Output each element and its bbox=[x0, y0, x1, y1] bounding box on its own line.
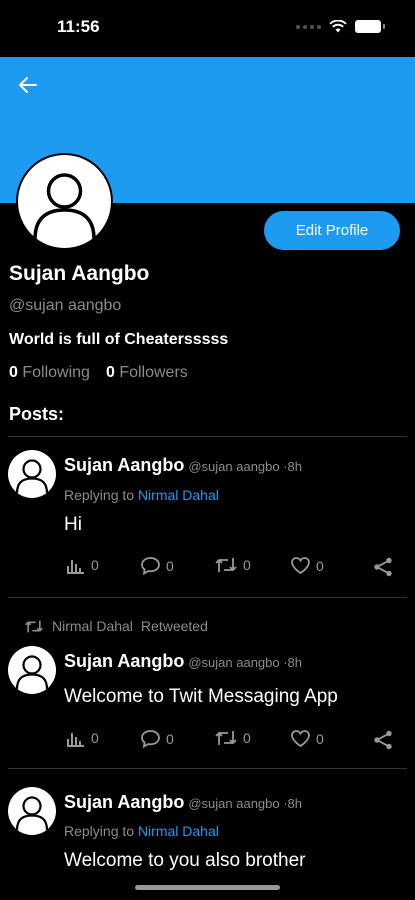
comments-count: 0 bbox=[166, 730, 174, 747]
post-text: Hi bbox=[64, 514, 82, 535]
user-icon bbox=[15, 655, 49, 690]
views-button[interactable]: 0 bbox=[66, 729, 99, 747]
views-button[interactable]: 0 bbox=[66, 556, 99, 574]
retweet-button[interactable]: 0 bbox=[214, 729, 251, 747]
status-bar: 11:56 bbox=[0, 0, 415, 57]
post-text: Welcome to you also brother bbox=[64, 850, 306, 871]
wifi-icon bbox=[329, 20, 347, 33]
retweet-button[interactable]: 0 bbox=[214, 556, 251, 574]
post-author-name[interactable]: Sujan Aangbo bbox=[64, 792, 184, 813]
replying-to: Replying to Nirmal Dahal bbox=[64, 823, 219, 839]
followers-count: 0 bbox=[105, 364, 115, 381]
posts-heading: Posts: bbox=[9, 404, 65, 424]
post-author-name[interactable]: Sujan Aangbo bbox=[64, 651, 184, 672]
bar-chart-icon bbox=[67, 560, 84, 574]
share-icon bbox=[374, 557, 392, 577]
retweet-icon bbox=[215, 558, 237, 572]
views-count: 0 bbox=[91, 730, 99, 746]
comment-icon bbox=[141, 557, 160, 575]
following-stat[interactable]: 0 Following bbox=[9, 364, 90, 382]
post-text: Welcome to Twit Messaging App bbox=[64, 686, 338, 707]
comment-button[interactable]: 0 bbox=[140, 556, 174, 575]
likes-count: 0 bbox=[316, 730, 324, 747]
retweet-icon bbox=[215, 731, 237, 745]
share-button[interactable] bbox=[372, 729, 394, 751]
followers-stat[interactable]: 0 Followers bbox=[106, 364, 188, 382]
replying-to-link[interactable]: Nirmal Dahal bbox=[138, 487, 219, 503]
home-indicator[interactable] bbox=[135, 885, 280, 890]
post-meta: @sujan aangbo ·8h bbox=[188, 655, 303, 670]
post-actions: 0 0 0 0 bbox=[64, 556, 399, 578]
edit-profile-button[interactable]: Edit Profile bbox=[264, 211, 400, 250]
retweets-count: 0 bbox=[243, 730, 251, 746]
divider bbox=[8, 436, 407, 437]
divider bbox=[8, 597, 407, 598]
followers-label: Followers bbox=[119, 364, 188, 381]
post-meta: @sujan aangbo ·8h bbox=[188, 459, 303, 474]
like-button[interactable]: 0 bbox=[290, 556, 324, 575]
follow-stats: 0 Following 0 Followers bbox=[9, 364, 188, 382]
post-header: Sujan Aangbo @sujan aangbo ·8h bbox=[64, 651, 302, 672]
profile-bio: World is full of Cheatersssss bbox=[9, 331, 229, 348]
replying-prefix: Replying to bbox=[64, 823, 135, 839]
post-header: Sujan Aangbo @sujan aangbo ·8h bbox=[64, 455, 302, 476]
share-icon bbox=[374, 730, 392, 750]
replying-to-link[interactable]: Nirmal Dahal bbox=[138, 823, 219, 839]
views-count: 0 bbox=[91, 557, 99, 573]
following-label: Following bbox=[22, 364, 90, 381]
like-button[interactable]: 0 bbox=[290, 729, 324, 748]
profile-handle: @sujan aangbo bbox=[9, 297, 122, 314]
retweets-count: 0 bbox=[243, 557, 251, 573]
battery-icon bbox=[355, 20, 385, 33]
signal-icon bbox=[296, 24, 321, 29]
retweeted-label: Retweeted bbox=[140, 618, 208, 634]
post-header: Sujan Aangbo @sujan aangbo ·8h bbox=[64, 792, 302, 813]
replying-to: Replying to Nirmal Dahal bbox=[64, 487, 219, 503]
comment-button[interactable]: 0 bbox=[140, 729, 174, 748]
user-icon bbox=[15, 796, 49, 831]
user-icon bbox=[15, 459, 49, 494]
profile-avatar[interactable] bbox=[16, 153, 113, 250]
likes-count: 0 bbox=[316, 557, 324, 574]
post-avatar[interactable] bbox=[8, 787, 56, 835]
profile-name: Sujan Aangbo bbox=[9, 262, 150, 285]
comments-count: 0 bbox=[166, 557, 174, 574]
back-arrow-icon[interactable] bbox=[16, 73, 40, 97]
post-avatar[interactable] bbox=[8, 646, 56, 694]
heart-icon bbox=[291, 730, 310, 748]
status-time: 11:56 bbox=[57, 17, 100, 36]
heart-icon bbox=[291, 557, 310, 575]
post-meta: @sujan aangbo ·8h bbox=[188, 796, 303, 811]
retweeted-by[interactable]: Nirmal Dahal bbox=[52, 618, 133, 634]
status-icons bbox=[296, 20, 385, 33]
bar-chart-icon bbox=[67, 733, 84, 747]
replying-prefix: Replying to bbox=[64, 487, 135, 503]
comment-icon bbox=[141, 730, 160, 748]
divider bbox=[8, 768, 407, 769]
post-avatar[interactable] bbox=[8, 450, 56, 498]
retweeted-banner: Nirmal Dahal Retweeted bbox=[24, 618, 208, 634]
post-author-name[interactable]: Sujan Aangbo bbox=[64, 455, 184, 476]
retweet-icon bbox=[25, 620, 43, 632]
following-count: 0 bbox=[9, 364, 18, 381]
post-actions: 0 0 0 0 bbox=[64, 729, 399, 751]
user-icon bbox=[33, 173, 96, 240]
share-button[interactable] bbox=[372, 556, 394, 578]
